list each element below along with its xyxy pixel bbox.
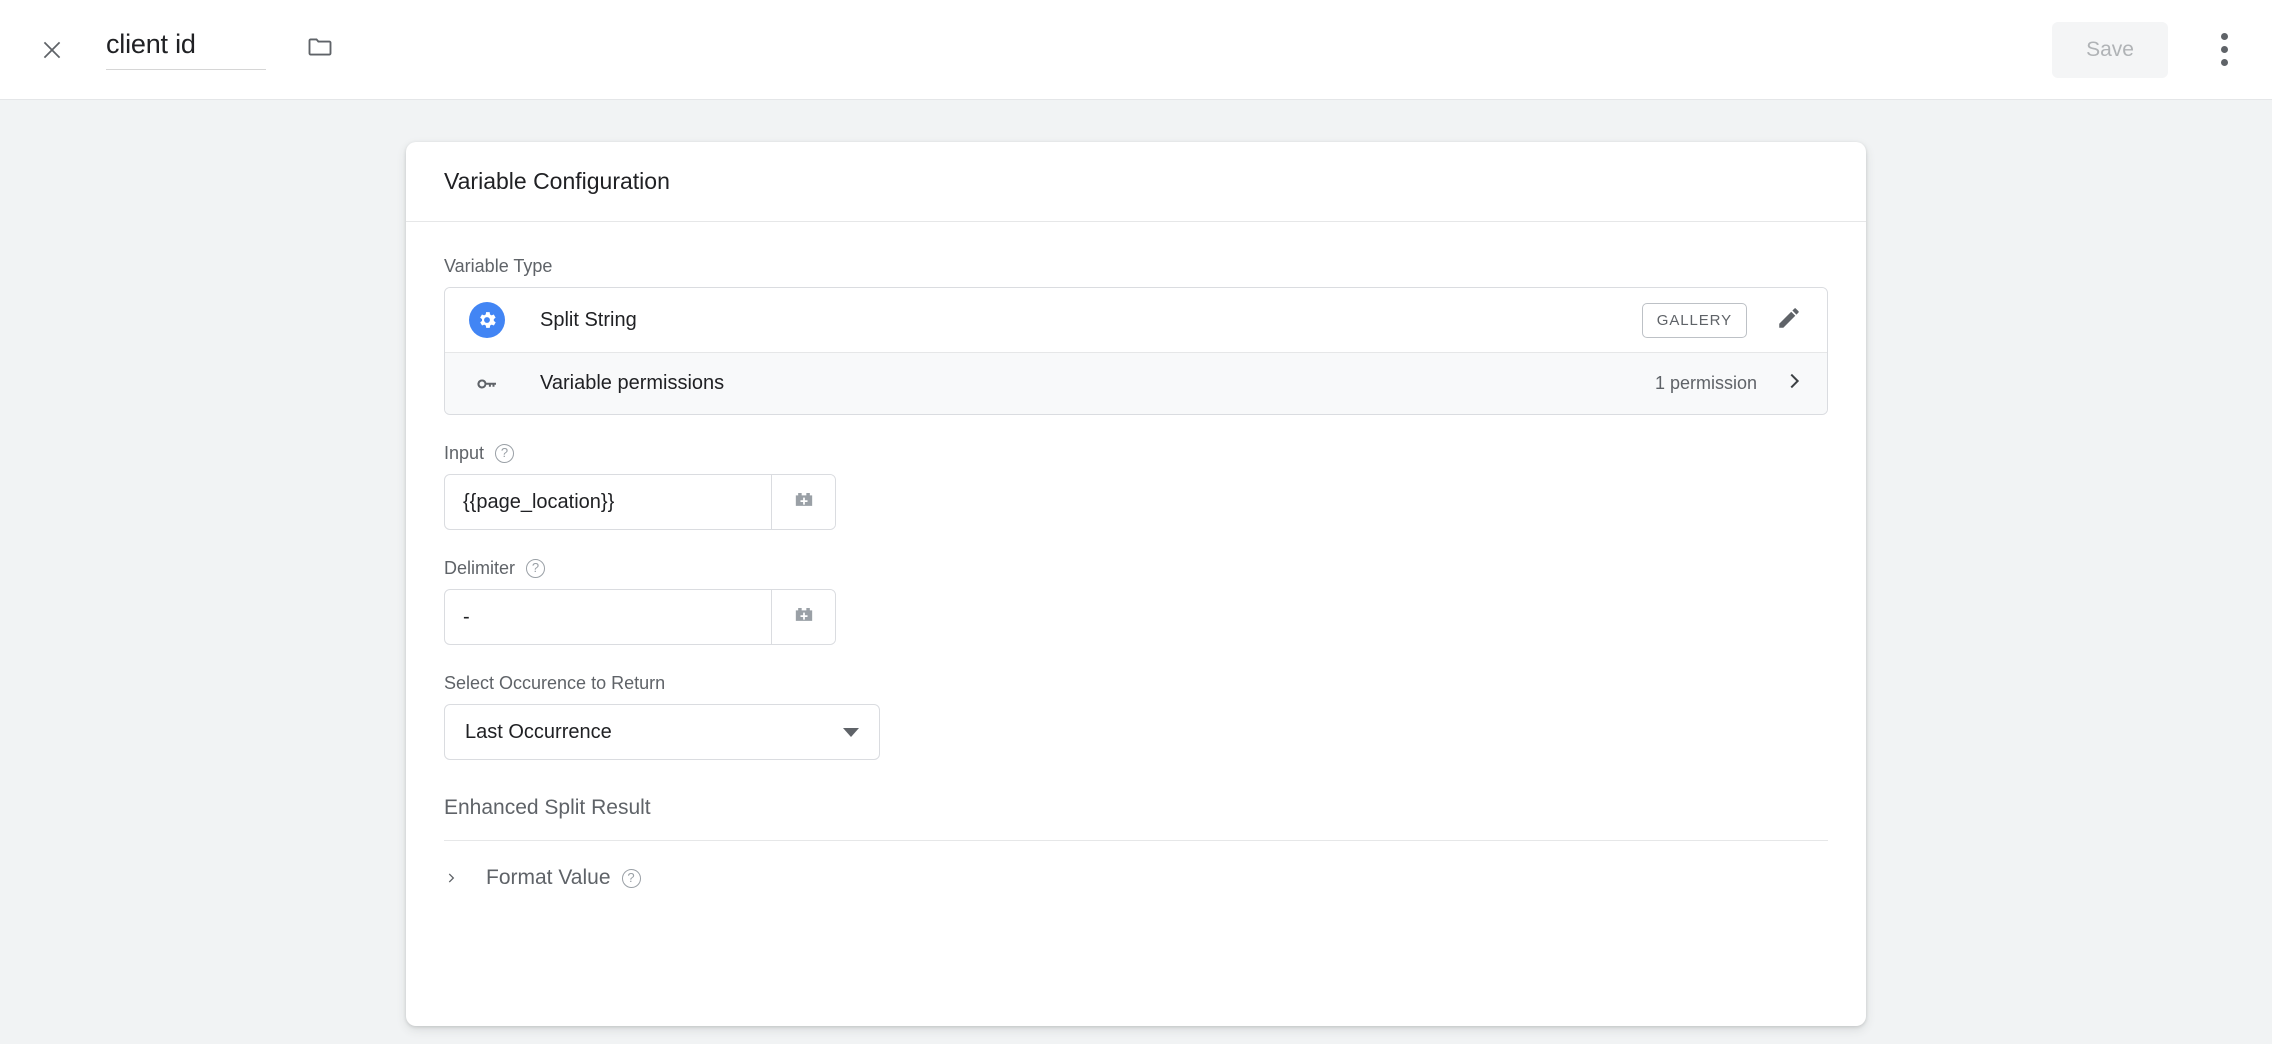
page-title: Variable Configuration bbox=[444, 168, 670, 194]
delimiter-value-field[interactable] bbox=[445, 590, 771, 644]
key-icon bbox=[469, 372, 505, 396]
variable-permissions-label: Variable permissions bbox=[540, 372, 725, 394]
gear-icon bbox=[469, 302, 505, 338]
folder-button[interactable] bbox=[298, 28, 342, 72]
occurrence-select[interactable]: Last Occurrence bbox=[444, 704, 880, 760]
input-section: Input ? bbox=[444, 443, 1828, 530]
permission-count: 1 permission bbox=[1654, 373, 1757, 393]
delimiter-label: Delimiter ? bbox=[444, 558, 1828, 579]
help-circle-icon[interactable]: ? bbox=[526, 559, 546, 578]
more-vert-icon-dot bbox=[2220, 33, 2228, 40]
variable-name-field-wrapper bbox=[106, 29, 266, 70]
format-value-label: Format Value ? bbox=[486, 866, 641, 890]
input-variable-picker-button[interactable] bbox=[771, 475, 835, 529]
variable-type-actions: GALLERY bbox=[1641, 302, 1805, 338]
chevron-right-icon bbox=[444, 869, 458, 887]
variable-picker-icon bbox=[790, 486, 818, 519]
format-value-accordion[interactable]: Format Value ? bbox=[444, 841, 1828, 915]
chevron-right-icon bbox=[1783, 370, 1805, 397]
occurrence-selected-value: Last Occurrence bbox=[465, 720, 612, 743]
more-vert-icon-dot bbox=[2220, 46, 2228, 53]
pencil-icon bbox=[1776, 305, 1802, 336]
variable-name-input[interactable] bbox=[106, 29, 266, 60]
caret-down-icon bbox=[843, 727, 859, 737]
enhanced-split-result-title: Enhanced Split Result bbox=[444, 796, 651, 819]
variable-type-box: Split String GALLERY Variable permission… bbox=[444, 287, 1828, 415]
more-options-button[interactable] bbox=[2204, 22, 2244, 78]
variable-type-row[interactable]: Split String GALLERY bbox=[445, 288, 1827, 352]
occurrence-section: Select Occurence to Return Last Occurren… bbox=[444, 673, 1828, 760]
variable-type-label: Variable Type bbox=[444, 256, 553, 276]
variable-permissions-meta: 1 permission bbox=[1655, 370, 1805, 397]
help-circle-icon[interactable]: ? bbox=[621, 868, 641, 888]
card-header: Variable Configuration bbox=[406, 142, 1866, 222]
gallery-badge[interactable]: GALLERY bbox=[1641, 302, 1747, 338]
edit-variable-type-button[interactable] bbox=[1773, 304, 1805, 336]
input-value-field[interactable] bbox=[445, 475, 771, 529]
variable-picker-icon bbox=[790, 601, 818, 634]
help-circle-icon[interactable]: ? bbox=[495, 444, 515, 463]
more-vert-icon-dot bbox=[2220, 59, 2228, 66]
top-app-bar: Save bbox=[0, 0, 2272, 100]
close-button[interactable] bbox=[30, 28, 74, 72]
delimiter-field-group bbox=[444, 589, 836, 645]
variable-type-name: Split String bbox=[540, 308, 637, 331]
save-button[interactable]: Save bbox=[2052, 21, 2168, 78]
card-body: Variable Type Split String GALLERY Varia… bbox=[406, 222, 1866, 915]
input-label: Input ? bbox=[444, 443, 1828, 464]
delimiter-section: Delimiter ? bbox=[444, 558, 1828, 645]
close-icon bbox=[39, 37, 65, 63]
folder-icon bbox=[306, 33, 334, 66]
delimiter-variable-picker-button[interactable] bbox=[771, 590, 835, 644]
input-field-group bbox=[444, 474, 836, 530]
variable-configuration-card: Variable Configuration Variable Type Spl… bbox=[406, 142, 1866, 1026]
variable-permissions-row[interactable]: Variable permissions 1 permission bbox=[445, 352, 1827, 414]
top-bar-actions: Save bbox=[2052, 21, 2272, 78]
occurrence-label: Select Occurence to Return bbox=[444, 673, 666, 693]
